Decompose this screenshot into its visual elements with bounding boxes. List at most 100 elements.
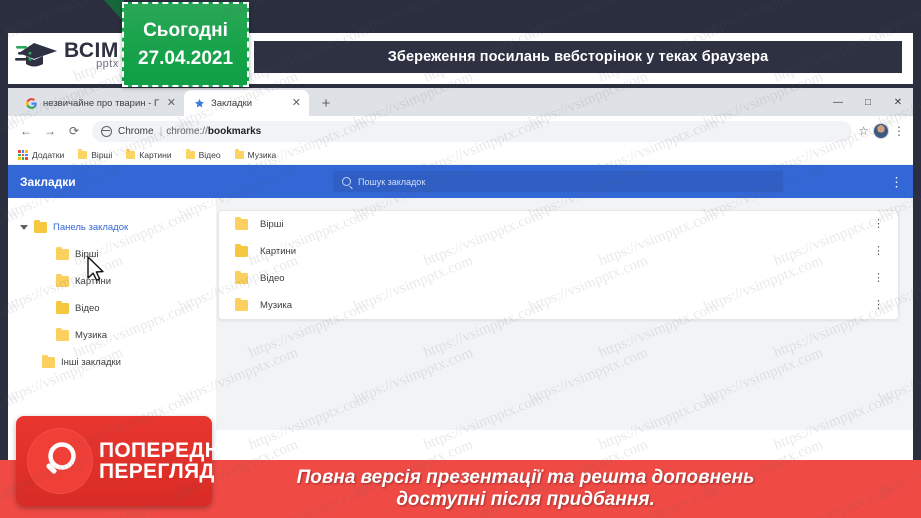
list-item[interactable]: Відео ⋮ [219,265,898,292]
today-date: 27.04.2021 [137,47,234,69]
folder-icon [235,243,248,257]
page-title: Збереження посилань вебсторінок у теках … [387,49,769,65]
purchase-banner-line2: доступні після придбання. [396,489,655,510]
sidebar-item-muzyka[interactable]: Музика [8,322,216,349]
preview-badge-line2: ПЕРЕГЛЯД [99,460,215,483]
bookmarks-content: Вірші ⋮ Картини ⋮ Відео ⋮ Музика ⋮ [216,198,913,430]
folder-icon [235,270,248,284]
sidebar-item-label: Відео [75,303,100,314]
folder-icon [235,297,248,311]
bookmark-bar-item-kartyny[interactable]: Картини [126,149,172,160]
sidebar-item-label: Вірші [75,249,99,260]
omnibox-scheme: Chrome [118,125,154,137]
list-item-menu-icon[interactable]: ⋮ [873,219,884,230]
preview-badge-line1: ПОПЕРЕДНІЙ [99,438,242,462]
tab-close-icon[interactable]: ✕ [167,97,176,109]
window-close-icon[interactable]: ✕ [883,88,913,116]
bookmark-bar-item-apps[interactable]: Додатки [18,150,64,160]
list-item-menu-icon[interactable]: ⋮ [873,300,884,311]
magnifier-icon [27,428,93,494]
bookmark-bar-item-virshi[interactable]: Вірші [78,149,112,160]
list-item-label: Картини [260,246,297,257]
preview-badge-text: ПОПЕРЕДНІЙ ПЕРЕГЛЯД [99,438,242,483]
omnibox-url-path: bookmarks [207,125,262,137]
folder-icon [42,354,55,368]
tab-bookmarks[interactable]: Закладки ✕ [184,90,309,116]
forward-icon[interactable]: → [38,119,62,143]
folder-icon [234,149,244,159]
list-item-menu-icon[interactable]: ⋮ [873,246,884,257]
sidebar-item-bookmarks-panel[interactable]: Панель закладок [8,214,216,241]
browser-toolbar: ← → ⟳ Chrome | chrome://bookmarks ☆ ⋮ [8,116,913,146]
folder-icon [56,246,69,260]
tab-close-icon[interactable]: ✕ [292,97,301,109]
bookmarks-bar: Додатки Вірші Картини Відео Музика [8,146,913,165]
folder-icon [78,149,88,159]
badge-fold-corner [104,0,124,22]
graduation-cap-icon [14,38,60,72]
browser-window: незвичайне про тварин - Пош ✕ Закладки ✕… [8,88,913,468]
bookmark-bar-item-video[interactable]: Відео [185,149,221,160]
omnibox-separator: | [159,125,163,137]
omnibox-url: chrome://bookmarks [166,126,261,137]
bookmarks-sidebar: Панель закладок Вірші Картини Відео Музи… [8,198,216,430]
bookmark-bar-item-muzyka[interactable]: Музика [234,149,276,160]
sidebar-item-video[interactable]: Відео [8,295,216,322]
folder-icon [56,300,69,314]
bookmarks-manager-body: Панель закладок Вірші Картини Відео Музи… [8,198,913,430]
list-item[interactable]: Вірші ⋮ [219,211,898,238]
star-icon [194,98,205,109]
sidebar-item-label: Інші закладки [61,357,121,368]
sidebar-item-label: Музика [75,330,108,341]
folder-icon [185,149,195,159]
bookmark-star-icon[interactable]: ☆ [858,124,869,138]
globe-icon [101,125,112,137]
list-item[interactable]: Картини ⋮ [219,238,898,265]
toolbar-right: ☆ ⋮ [858,123,907,139]
search-placeholder: Пошук закладок [358,176,426,187]
purchase-banner-text: Повна версія презентації та решта доповн… [297,467,755,511]
apps-grid-icon [18,150,28,160]
back-icon[interactable]: ← [14,119,38,143]
list-item-label: Вірші [260,219,284,230]
folder-open-icon [34,219,47,233]
search-input[interactable]: Пошук закладок [333,171,783,192]
sidebar-item-label: Панель закладок [53,222,129,233]
list-item-label: Музика [260,300,293,311]
sidebar-item-label: Картини [75,276,112,287]
brand-logo: ВСІМ pptx [14,38,119,72]
folder-icon [235,216,248,230]
list-item[interactable]: Музика ⋮ [219,292,898,319]
today-badge: Сьогодні 27.04.2021 [122,2,249,87]
list-item-menu-icon[interactable]: ⋮ [873,273,884,284]
slide-title-bar: Збереження посилань вебсторінок у теках … [254,41,902,73]
purchase-banner-line1: Повна версія презентації та решта доповн… [296,467,755,489]
address-bar[interactable]: Chrome | chrome://bookmarks [92,120,853,142]
browser-menu-icon[interactable]: ⋮ [893,125,905,137]
folder-icon [126,149,136,159]
today-label: Сьогодні [143,19,228,41]
slide-root: ВСІМ pptx Сьогодні 27.04.2021 Збереження… [0,0,921,518]
tab-search-results[interactable]: незвичайне про тварин - Пош ✕ [16,90,184,116]
window-maximize-icon[interactable]: □ [853,88,883,116]
tab-strip: незвичайне про тварин - Пош ✕ Закладки ✕… [8,88,913,116]
omnibox-url-scheme: chrome:// [166,125,208,137]
tab-label: незвичайне про тварин - Пош [43,97,159,109]
reload-icon[interactable]: ⟳ [62,119,86,143]
window-minimize-icon[interactable]: — [823,88,853,116]
bookmark-bar-label: Відео [198,150,221,160]
bookmarks-list-card: Вірші ⋮ Картини ⋮ Відео ⋮ Музика ⋮ [218,210,899,320]
bookmarks-manager-title: Закладки [20,174,76,189]
sidebar-item-virshi[interactable]: Вірші [8,241,216,268]
sidebar-item-kartyny[interactable]: Картини [8,268,216,295]
brand-logo-text: ВСІМ pptx [64,40,119,70]
folder-icon [56,327,69,341]
google-g-icon [26,97,37,109]
new-tab-button[interactable]: + [313,90,339,116]
avatar[interactable] [873,123,889,139]
bookmarks-manager-menu-icon[interactable]: ⋮ [890,175,903,188]
bookmark-bar-label: Картини [139,150,172,160]
search-icon [342,177,351,186]
chevron-down-icon[interactable] [20,225,28,230]
sidebar-item-other-bookmarks[interactable]: Інші закладки [8,349,216,376]
